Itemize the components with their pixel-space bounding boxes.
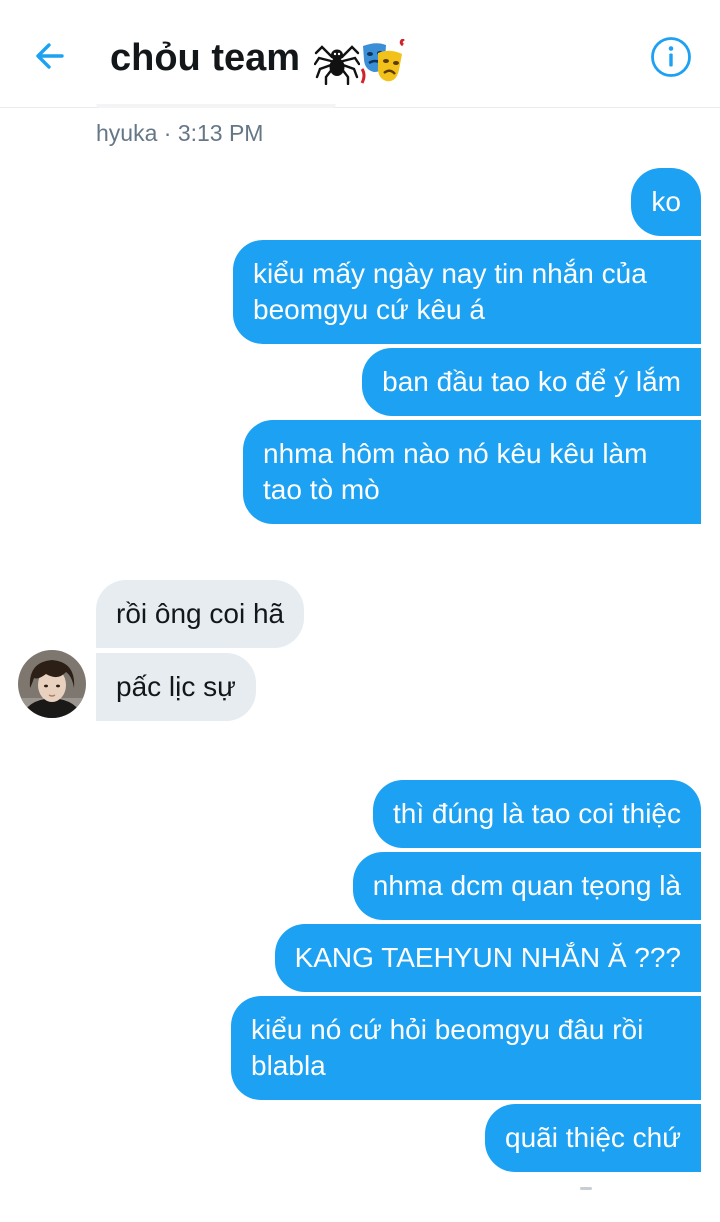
message-text-line: blabla — [251, 1050, 326, 1081]
message-text-line: kiểu mấy ngày nay tin nhắn của — [253, 258, 647, 289]
conversation-title: chỏu team — [110, 34, 406, 86]
incoming-message[interactable]: rồi ông coi hã — [96, 580, 305, 648]
outgoing-message[interactable]: nhma hôm nào nó kêu kêu làm tao tò mò — [243, 420, 701, 524]
conversation-title-text: chỏu team — [110, 37, 301, 79]
message-text: thì đúng là tao coi thiệc — [393, 798, 681, 829]
spider-icon — [313, 45, 361, 86]
message-text: quãi thiệc chứ — [505, 1122, 681, 1153]
performing-arts-icon — [360, 37, 405, 84]
back-button[interactable] — [28, 34, 72, 78]
message-text: nhma dcm quan tẹong là — [372, 870, 681, 901]
message-text: ko — [651, 186, 681, 217]
outgoing-message[interactable]: KANG TAEHYUN NHẮN Ă ??? — [274, 924, 701, 992]
conversation-header: chỏu team — [0, 0, 720, 108]
arrow-left-icon — [36, 43, 64, 69]
info-icon — [651, 37, 691, 77]
previous-message-edge — [96, 104, 336, 108]
dm-conversation-screen: chỏu team hyuka · 3:13 PM ko kiểu mấy ng… — [0, 0, 720, 1222]
message-text: KANG TAEHYUN NHẮN Ă ??? — [294, 942, 681, 973]
outgoing-message[interactable]: nhma dcm quan tẹong là — [352, 852, 701, 920]
outgoing-message[interactable]: quãi thiệc chứ — [485, 1104, 701, 1172]
outgoing-message[interactable]: ban đầu tao ko để ý lắm — [362, 348, 701, 416]
avatar-image — [18, 650, 86, 718]
outgoing-message[interactable]: ko — [631, 168, 701, 236]
message-text: pấc lịc sự — [116, 671, 236, 702]
message-text-line: kiểu nó cứ hỏi beomgyu đâu rồi — [251, 1014, 644, 1045]
outgoing-message[interactable]: kiểu nó cứ hỏi beomgyu đâu rồi blabla — [231, 996, 701, 1100]
outgoing-message[interactable]: kiểu mấy ngày nay tin nhắn của beomgyu c… — [233, 240, 701, 344]
message-text-line: tao tò mò — [263, 474, 380, 505]
sender-avatar[interactable] — [18, 650, 86, 718]
outgoing-message[interactable]: thì đúng là tao coi thiệc — [373, 780, 701, 848]
message-meta: hyuka · 3:13 PM — [96, 120, 264, 146]
message-text: rồi ông coi hã — [116, 598, 285, 629]
message-text-line: nhma hôm nào nó kêu kêu làm — [263, 438, 648, 469]
message-text: ban đầu tao ko để ý lắm — [382, 366, 681, 397]
conversation-info-button[interactable] — [650, 36, 692, 78]
typing-indicator-dot — [580, 1187, 592, 1190]
message-text-line: beomgyu cứ kêu á — [253, 294, 485, 325]
incoming-message[interactable]: pấc lịc sự — [96, 653, 256, 721]
title-emoji — [313, 36, 406, 86]
